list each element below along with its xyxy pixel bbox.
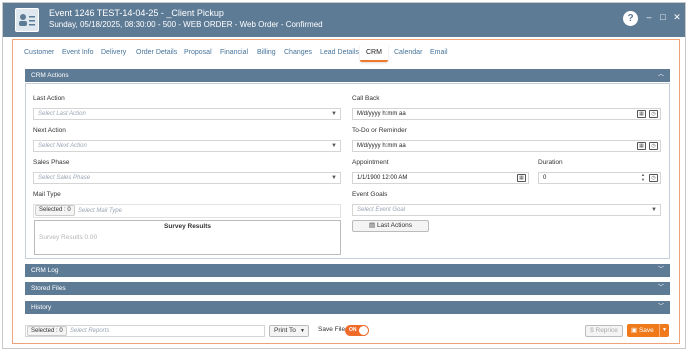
tab-calendar[interactable]: Calendar xyxy=(394,44,422,62)
save-file-toggle[interactable]: ON xyxy=(345,325,369,336)
calendar-icon[interactable]: ▦ xyxy=(637,110,646,118)
sales-phase-select[interactable]: Select Sales Phase ▼ xyxy=(33,172,341,184)
last-action-select[interactable]: Select Last Action ▼ xyxy=(33,108,341,120)
tab-customer[interactable]: Customer xyxy=(24,44,54,62)
calendar-icon[interactable]: ▦ xyxy=(637,142,646,150)
save-dropdown-caret-icon[interactable]: ▼ xyxy=(659,324,669,337)
next-action-select[interactable]: Select Next Action ▼ xyxy=(33,140,341,152)
caret-down-icon: ▼ xyxy=(651,207,657,213)
chevron-down-icon[interactable]: ﹀ xyxy=(658,282,664,295)
appointment-label: Appointment xyxy=(352,159,389,166)
crm-log-header[interactable]: CRM Log ﹀ xyxy=(25,264,670,277)
survey-results-box: Survey Results Survey Results 0.00 xyxy=(34,220,341,255)
floppy-icon: ▣ xyxy=(631,327,639,334)
mail-type-multiselect[interactable]: Selected : 0 Select Mail Type xyxy=(33,204,341,218)
event-goals-select[interactable]: Select Event Goal ▼ xyxy=(352,204,661,216)
mail-type-label: Mail Type xyxy=(33,191,61,198)
stored-files-header[interactable]: Stored Files ﹀ xyxy=(25,282,670,295)
history-header[interactable]: History ﹀ xyxy=(25,301,670,314)
chevron-down-icon[interactable]: ﹀ xyxy=(658,264,664,277)
tab-bar: Customer Event Info Delivery Order Detai… xyxy=(13,44,679,64)
close-icon[interactable]: ✕ xyxy=(672,12,682,22)
footer-toolbar: Selected : 0 Select Reports Print To ▼ S… xyxy=(25,324,670,338)
caret-down-icon: ▼ xyxy=(331,111,337,117)
title-bar: Event 1246 TEST-14-04-25 - _Client Picku… xyxy=(3,3,685,37)
tab-event-info[interactable]: Event Info xyxy=(62,44,94,62)
tab-financial[interactable]: Financial xyxy=(220,44,248,62)
save-button[interactable]: ▣ Save ▼ xyxy=(627,324,669,337)
appointment-datetime[interactable]: 1/1/1900 12:00 AM ▦ xyxy=(352,172,529,184)
clock-icon[interactable]: ◷ xyxy=(649,142,658,150)
list-icon: ▤ xyxy=(368,222,377,229)
survey-results-value: Survey Results 0.00 xyxy=(39,234,98,241)
sales-phase-label: Sales Phase xyxy=(33,159,70,166)
tab-proposal[interactable]: Proposal xyxy=(184,44,212,62)
tab-email[interactable]: Email xyxy=(430,44,448,62)
print-to-dropdown[interactable]: Print To ▼ xyxy=(269,325,309,337)
tab-crm[interactable]: CRM xyxy=(360,44,388,62)
crm-actions-panel: Last Action Select Last Action ▼ Next Ac… xyxy=(25,83,670,259)
reprice-button[interactable]: $ Reprice xyxy=(585,325,623,337)
todo-datetime[interactable]: M/d/yyyy h:mm aa ▦ ◷ xyxy=(352,140,661,152)
tab-changes[interactable]: Changes xyxy=(284,44,312,62)
caret-down-icon: ▼ xyxy=(331,143,337,149)
last-action-label: Last Action xyxy=(33,95,65,102)
maximize-icon[interactable]: □ xyxy=(658,12,668,22)
calendar-icon[interactable]: ▦ xyxy=(517,174,526,182)
todo-label: To-Do or Reminder xyxy=(352,127,407,134)
mail-type-selected-count: Selected : 0 xyxy=(35,205,75,216)
crm-actions-header[interactable]: CRM Actions ︿ xyxy=(25,69,670,82)
last-actions-button[interactable]: ▤ Last Actions xyxy=(352,220,429,232)
help-icon[interactable]: ? xyxy=(623,11,638,26)
chevron-down-icon[interactable]: ﹀ xyxy=(658,301,664,314)
minimize-icon[interactable]: – xyxy=(644,12,654,22)
contact-card-icon xyxy=(15,8,39,32)
clock-icon[interactable]: ◷ xyxy=(649,174,658,182)
tab-order-details[interactable]: Order Details xyxy=(136,44,177,62)
reports-selected-count: Selected : 0 xyxy=(27,326,67,336)
next-action-label: Next Action xyxy=(33,127,66,134)
duration-label: Duration xyxy=(538,159,563,166)
spinner-arrows-icon[interactable]: ▲ ▼ xyxy=(641,173,645,182)
window-subtitle: Sunday, 05/18/2025, 08:30:00 - 500 - WEB… xyxy=(49,20,323,29)
duration-input[interactable]: 0 ▲ ▼ ◷ xyxy=(538,172,661,184)
caret-down-icon: ▼ xyxy=(331,175,337,181)
caret-down-icon: ▼ xyxy=(300,328,305,334)
tab-delivery[interactable]: Delivery xyxy=(101,44,126,62)
window-title: Event 1246 TEST-14-04-25 - _Client Picku… xyxy=(49,8,224,18)
call-back-datetime[interactable]: M/d/yyyy h:mm aa ▦ ◷ xyxy=(352,108,661,120)
event-dialog: Event 1246 TEST-14-04-25 - _Client Picku… xyxy=(2,2,686,349)
tab-billing[interactable]: Billing xyxy=(257,44,276,62)
clock-icon[interactable]: ◷ xyxy=(649,110,658,118)
call-back-label: Call Back xyxy=(352,95,380,102)
save-file-label: Save File xyxy=(318,326,346,333)
tab-lead-details[interactable]: Lead Details xyxy=(320,44,359,62)
chevron-up-icon[interactable]: ︿ xyxy=(658,69,664,82)
crm-actions-title: CRM Actions xyxy=(31,72,69,79)
reports-multiselect[interactable]: Selected : 0 Select Reports xyxy=(25,325,265,337)
survey-results-title: Survey Results xyxy=(164,223,211,230)
dialog-content: Customer Event Info Delivery Order Detai… xyxy=(12,39,680,344)
event-goals-label: Event Goals xyxy=(352,191,388,198)
